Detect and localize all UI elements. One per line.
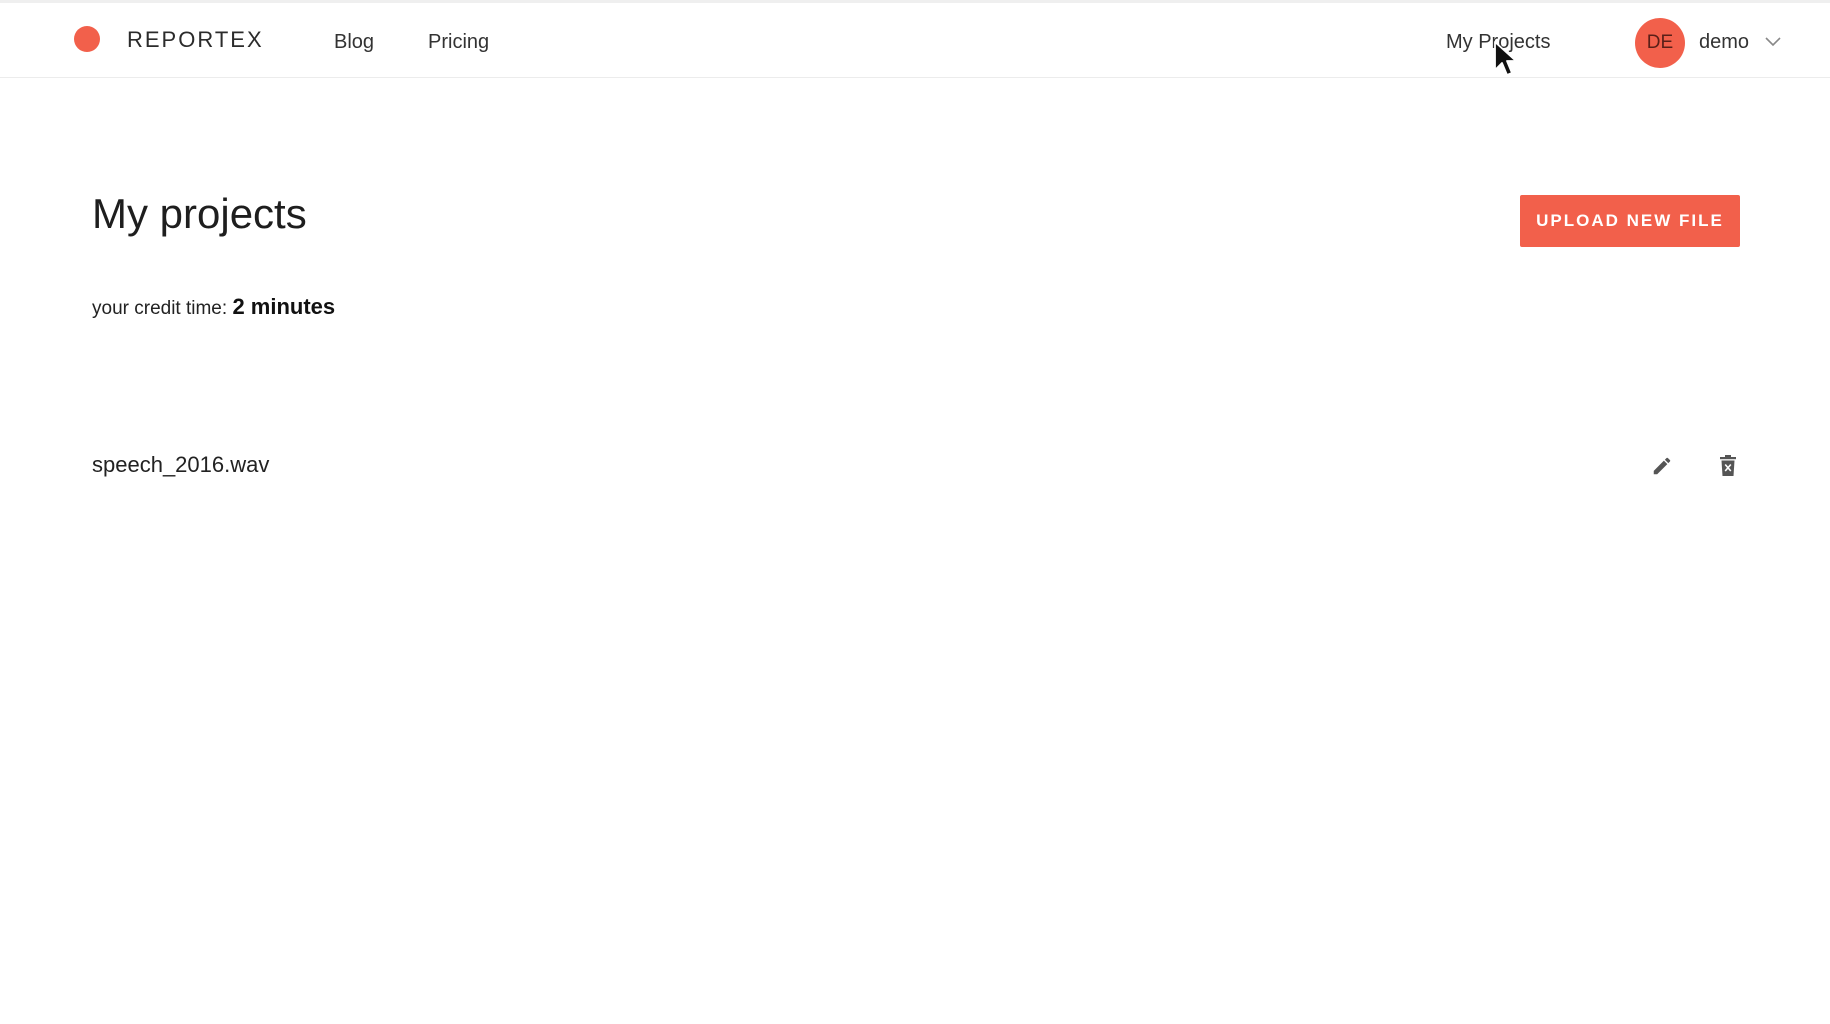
brand-name[interactable]: REPORTEX bbox=[127, 27, 264, 53]
nav-link-blog[interactable]: Blog bbox=[334, 31, 374, 54]
project-file-name[interactable]: speech_2016.wav bbox=[92, 452, 269, 478]
project-file-row: speech_2016.wav bbox=[92, 448, 1740, 484]
nav-link-pricing[interactable]: Pricing bbox=[428, 31, 489, 54]
user-name[interactable]: demo bbox=[1699, 31, 1749, 54]
user-avatar[interactable]: DE bbox=[1635, 18, 1685, 68]
top-navigation-bar: REPORTEX Blog Pricing My Projects DE dem… bbox=[0, 0, 1830, 78]
credit-time-label: your credit time: bbox=[92, 298, 228, 319]
logo-icon[interactable] bbox=[74, 26, 100, 52]
edit-button[interactable] bbox=[1648, 452, 1676, 480]
pencil-icon bbox=[1653, 457, 1671, 475]
credit-time: your credit time: 2 minutes bbox=[92, 294, 335, 320]
page-title: My projects bbox=[92, 190, 307, 237]
upload-new-file-button[interactable]: UPLOAD NEW FILE bbox=[1520, 195, 1740, 247]
nav-link-my-projects[interactable]: My Projects bbox=[1446, 31, 1550, 54]
delete-button[interactable] bbox=[1714, 452, 1742, 480]
credit-time-value: 2 minutes bbox=[232, 294, 336, 319]
trash-icon bbox=[1720, 455, 1736, 476]
chevron-down-icon[interactable] bbox=[1763, 32, 1783, 52]
